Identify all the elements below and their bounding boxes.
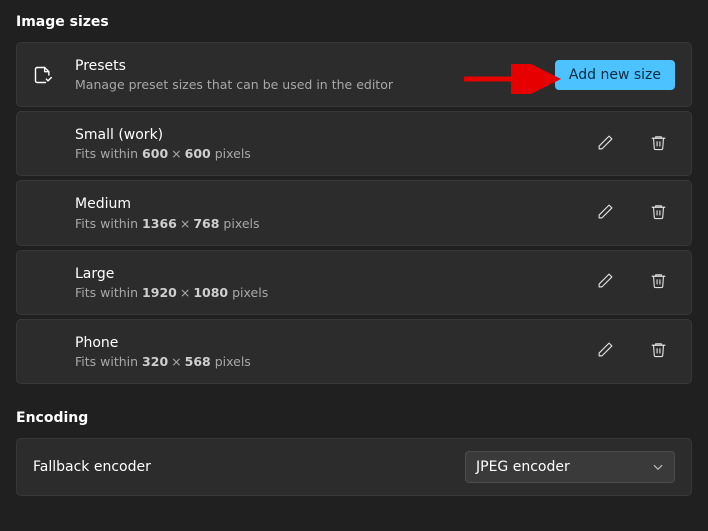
fallback-encoder-select[interactable]: JPEG encoder: [465, 451, 675, 483]
delete-button[interactable]: [646, 130, 671, 158]
delete-button[interactable]: [646, 199, 671, 227]
preset-row[interactable]: Large Fits within 1920×1080 pixels: [16, 250, 692, 315]
section-title-encoding: Encoding: [16, 410, 692, 426]
trash-icon: [650, 341, 667, 361]
section-title-image-sizes: Image sizes: [16, 14, 692, 30]
trash-icon: [650, 134, 667, 154]
presets-subtitle: Manage preset sizes that can be used in …: [75, 77, 555, 92]
fallback-encoder-row: Fallback encoder JPEG encoder: [16, 438, 692, 496]
preset-name: Medium: [75, 195, 593, 213]
presets-header-card: Presets Manage preset sizes that can be …: [16, 42, 692, 107]
preset-name: Large: [75, 265, 593, 283]
preset-row[interactable]: Phone Fits within 320×568 pixels: [16, 319, 692, 384]
preset-dimensions: Fits within 320×568 pixels: [75, 354, 593, 369]
preset-dimensions: Fits within 1366×768 pixels: [75, 216, 593, 231]
settings-scroll-area[interactable]: Image sizes Presets Manage preset sizes …: [0, 0, 708, 531]
delete-button[interactable]: [646, 268, 671, 296]
chevron-down-icon: [652, 461, 664, 473]
preset-row[interactable]: Medium Fits within 1366×768 pixels: [16, 180, 692, 245]
pencil-icon: [597, 341, 614, 361]
fallback-encoder-label: Fallback encoder: [33, 459, 465, 475]
preset-row[interactable]: Small (work) Fits within 600×600 pixels: [16, 111, 692, 176]
pencil-icon: [597, 134, 614, 154]
presets-title: Presets: [75, 57, 555, 75]
pencil-icon: [597, 272, 614, 292]
presets-icon: [33, 65, 75, 85]
preset-name: Phone: [75, 334, 593, 352]
edit-button[interactable]: [593, 268, 618, 296]
delete-button[interactable]: [646, 337, 671, 365]
preset-dimensions: Fits within 600×600 pixels: [75, 146, 593, 161]
trash-icon: [650, 203, 667, 223]
edit-button[interactable]: [593, 337, 618, 365]
edit-button[interactable]: [593, 199, 618, 227]
pencil-icon: [597, 203, 614, 223]
preset-name: Small (work): [75, 126, 593, 144]
edit-button[interactable]: [593, 130, 618, 158]
trash-icon: [650, 272, 667, 292]
add-new-size-button[interactable]: Add new size: [555, 60, 675, 90]
preset-dimensions: Fits within 1920×1080 pixels: [75, 285, 593, 300]
fallback-encoder-value: JPEG encoder: [476, 459, 570, 475]
